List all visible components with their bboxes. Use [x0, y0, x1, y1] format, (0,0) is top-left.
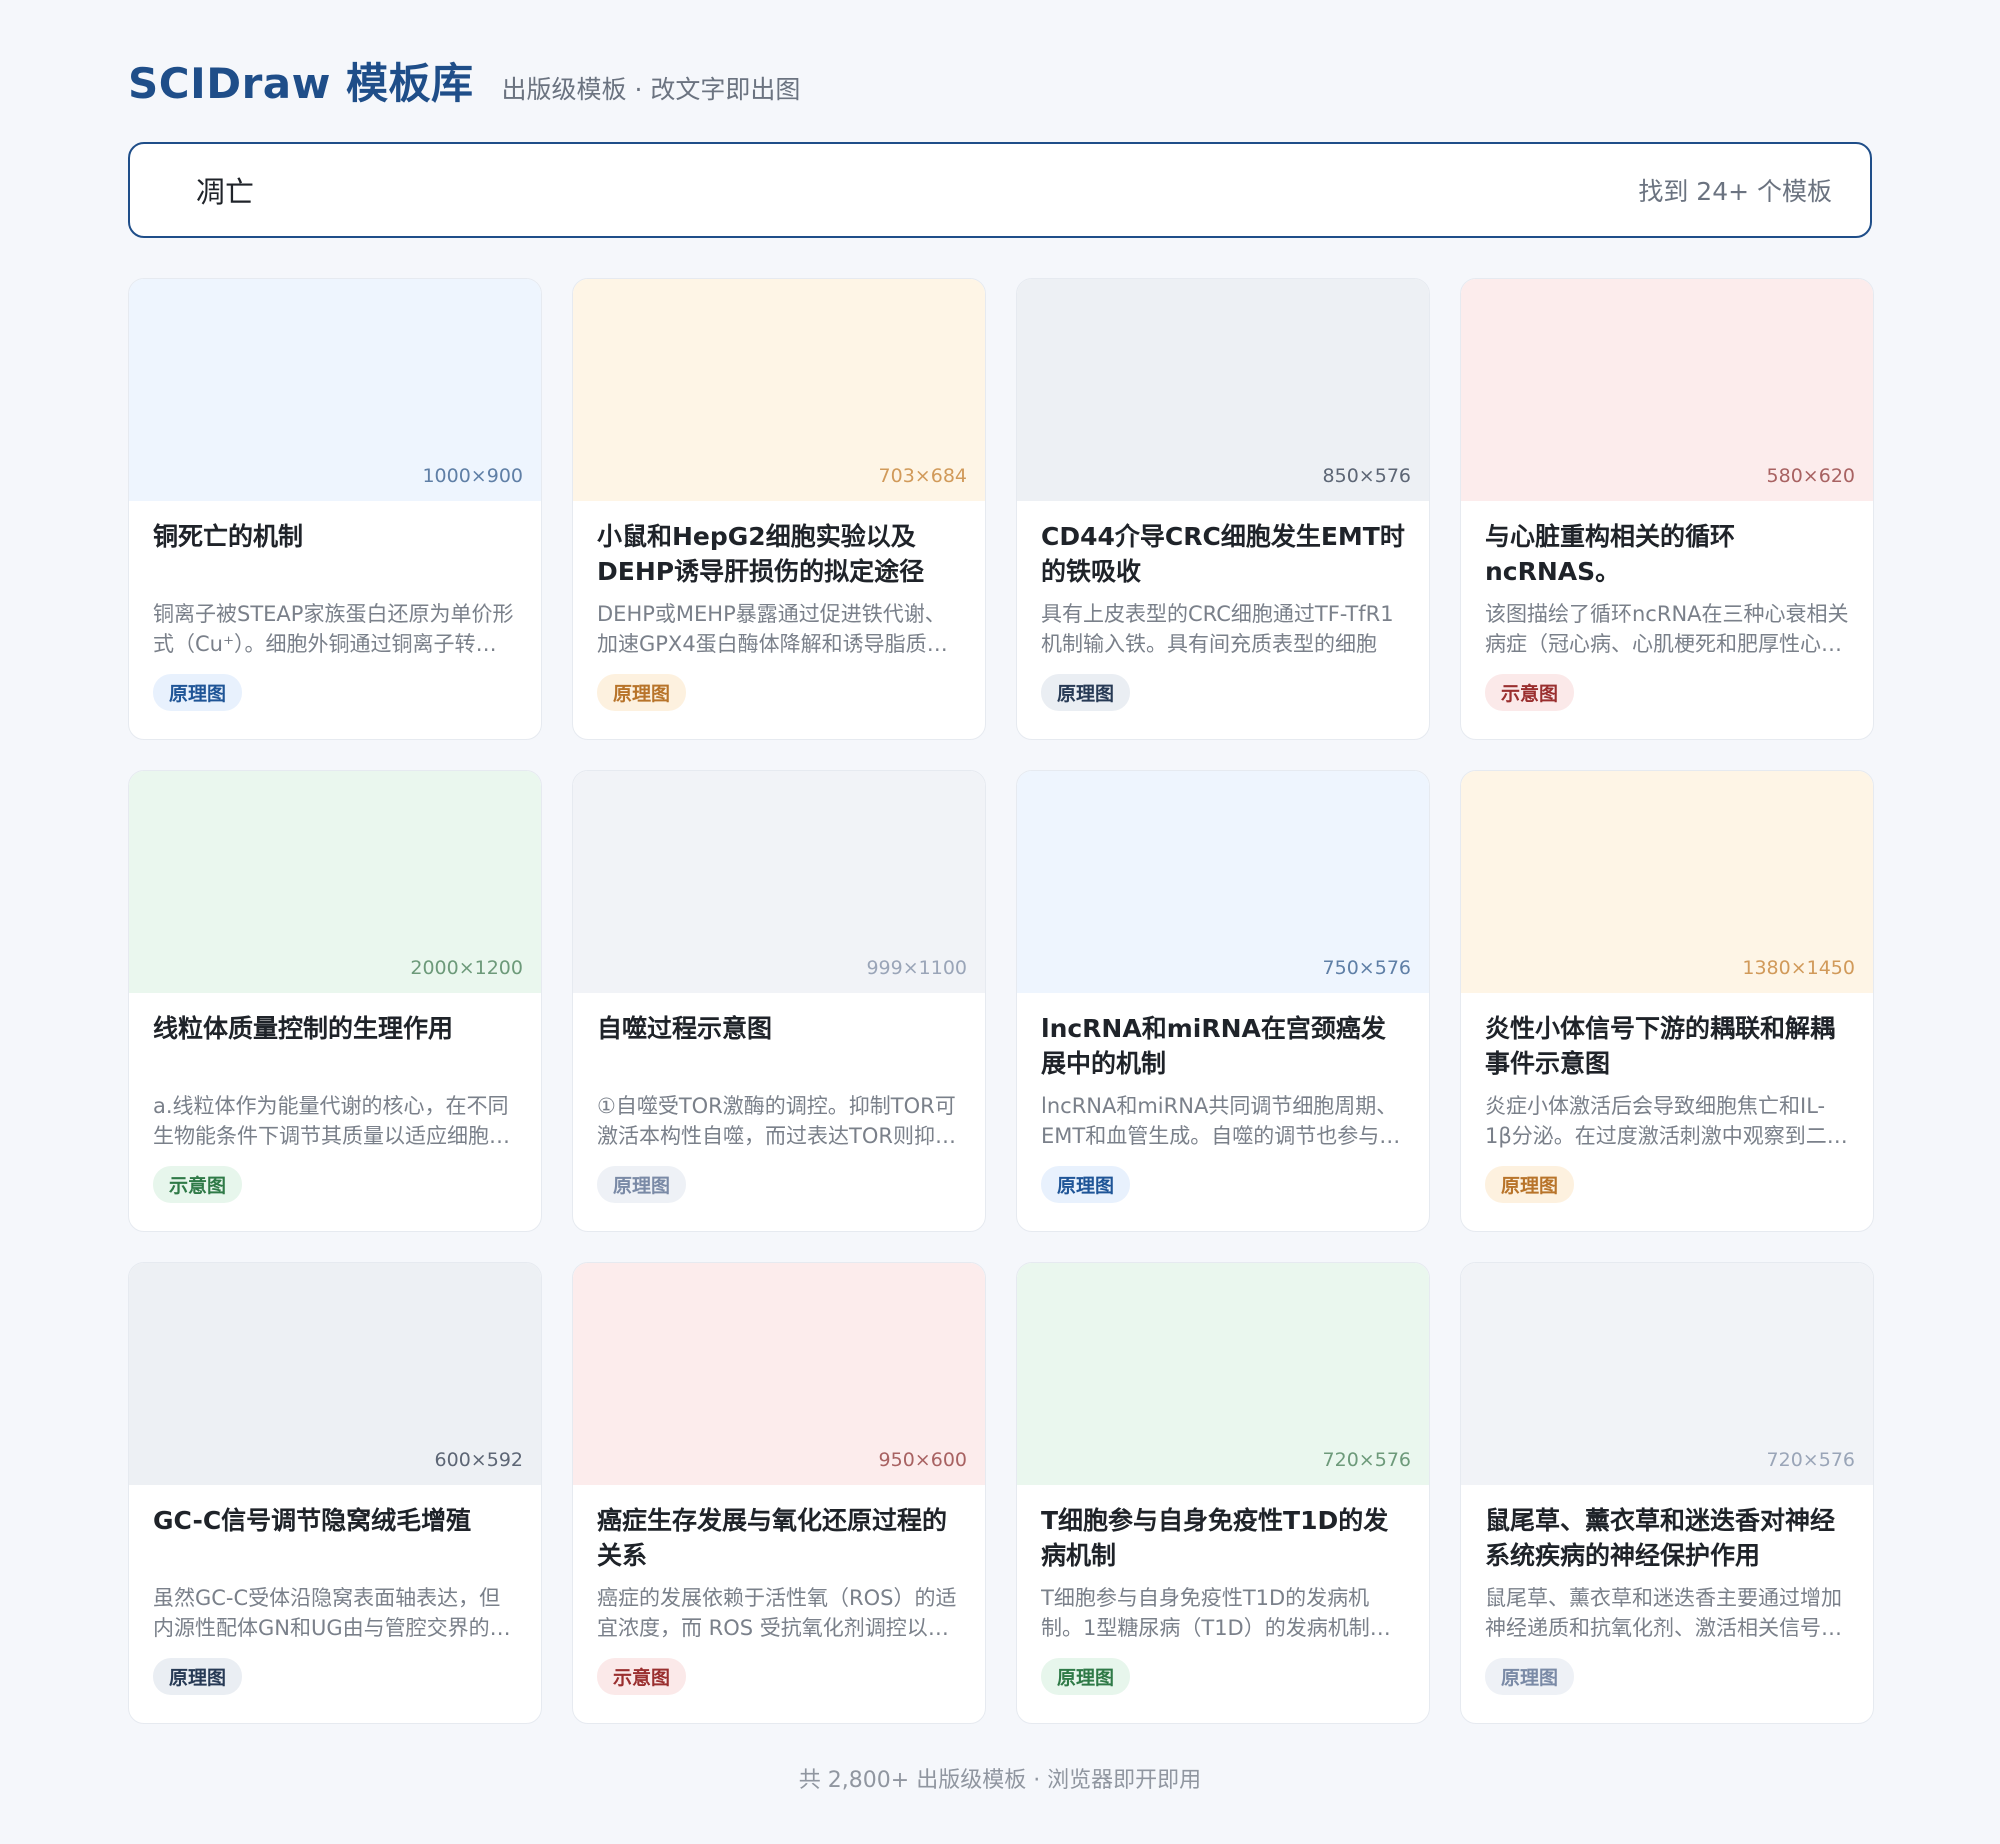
card-title[interactable]: 癌症生存发展与氧化还原过程的关系 — [597, 1503, 961, 1573]
image-dimensions: 720×576 — [1766, 1449, 1855, 1471]
image-dimensions: 750×576 — [1322, 957, 1411, 979]
tagline: 出版级模板 · 改文字即出图 — [501, 75, 801, 104]
card-title[interactable]: 自噬过程示意图 — [597, 1011, 961, 1081]
card-description: lncRNA和miRNA共同调节细胞周期、EMT和血管生成。自噬的调节也参与其中 — [1041, 1094, 1401, 1148]
card-body: 与心脏重构相关的循环ncRNAS。该图描绘了循环ncRNA在三种心衰相关病症（冠… — [1461, 501, 1873, 659]
template-thumbnail[interactable]: 720×576 — [1017, 1263, 1429, 1485]
card-description: 该图描绘了循环ncRNA在三种心衰相关病症（冠心病、心肌梗死和肥厚性心肌病）中的… — [1485, 602, 1849, 656]
card-title[interactable]: GC-C信号调节隐窝绒毛增殖 — [153, 1503, 517, 1573]
image-dimensions: 850×576 — [1322, 465, 1411, 487]
image-dimensions: 580×620 — [1766, 465, 1855, 487]
category-tag: 原理图 — [153, 1658, 243, 1695]
template-card[interactable]: 1380×1450 炎性小体信号下游的耦联和解耦事件示意图炎症小体激活后会导致细胞… — [1460, 770, 1874, 1232]
card-title[interactable]: 线粒体质量控制的生理作用 — [153, 1011, 517, 1081]
template-thumbnail[interactable]: 950×600 — [573, 1263, 985, 1485]
search-input[interactable] — [196, 173, 1396, 207]
template-card[interactable]: 600×592 GC-C信号调节隐窝绒毛增殖虽然GC-C受体沿隐窝表面轴表达，但内… — [128, 1262, 542, 1724]
image-dimensions: 600×592 — [434, 1449, 523, 1471]
image-dimensions: 2000×1200 — [410, 957, 523, 979]
result-count: 找到 24+ 个模板 — [1638, 177, 1832, 206]
template-thumbnail[interactable]: 580×620 — [1461, 279, 1873, 501]
card-description: ①自噬受TOR激酶的调控。抑制TOR可激活本构性自噬，而过表达TOR则抑制自噬 — [597, 1094, 956, 1148]
category-tag: 原理图 — [1485, 1658, 1575, 1695]
template-thumbnail[interactable]: 720×576 — [1461, 1263, 1873, 1485]
card-description: 癌症的发展依赖于活性氧（ROS）的适宜浓度，而 ROS 受抗氧化剂调控以维持平衡 — [597, 1586, 957, 1640]
category-tag: 原理图 — [597, 674, 687, 711]
template-card[interactable]: 2000×1200 线粒体质量控制的生理作用 a.线粒体作为能量代谢的核心，在不同生… — [128, 770, 542, 1232]
image-dimensions: 999×1100 — [866, 957, 967, 979]
template-card[interactable]: 950×600 癌症生存发展与氧化还原过程的关系癌症的发展依赖于活性氧（ROS）的… — [572, 1262, 986, 1724]
card-title[interactable]: T细胞参与自身免疫性T1D的发病机制 — [1041, 1503, 1405, 1573]
category-tag: 示意图 — [1485, 674, 1575, 711]
card-title[interactable]: 铜死亡的机制 — [153, 519, 517, 589]
category-tag: 原理图 — [1041, 1658, 1131, 1695]
card-title[interactable]: lncRNA和miRNA在宫颈癌发展中的机制 — [1041, 1011, 1405, 1081]
template-thumbnail[interactable]: 2000×1200 — [129, 771, 541, 993]
card-description: T细胞参与自身免疫性T1D的发病机制。1型糖尿病（T1D）的发病机制涉及多种免疫… — [1041, 1586, 1391, 1640]
image-dimensions: 703×684 — [878, 465, 967, 487]
card-title[interactable]: 炎性小体信号下游的耦联和解耦事件示意图 — [1485, 1011, 1849, 1081]
image-dimensions: 1380×1450 — [1742, 957, 1855, 979]
footer-note: 共 2,800+ 出版级模板 · 浏览器即开即用 — [798, 1768, 1202, 1793]
card-body: 铜死亡的机制铜离子被STEAP家族蛋白还原为单价形式（Cu⁺）。细胞外铜通过铜离… — [129, 501, 541, 659]
image-dimensions: 1000×900 — [422, 465, 523, 487]
card-body: T细胞参与自身免疫性T1D的发病机制 T细胞参与自身免疫性T1D的发病机制。1型糖… — [1017, 1485, 1429, 1643]
card-title[interactable]: 鼠尾草、薰衣草和迷迭香对神经系统疾病的神经保护作用 — [1485, 1503, 1849, 1573]
brand-title: SCIDraw 模板库 — [128, 59, 474, 108]
template-thumbnail[interactable]: 1000×900 — [129, 279, 541, 501]
card-body: GC-C信号调节隐窝绒毛增殖虽然GC-C受体沿隐窝表面轴表达，但内源性配体GN和… — [129, 1485, 541, 1643]
template-thumbnail[interactable]: 999×1100 — [573, 771, 985, 993]
card-body: lncRNA和miRNA在宫颈癌发展中的机制 lncRNA和miRNA共同调节细胞… — [1017, 993, 1429, 1151]
card-body: 鼠尾草、薰衣草和迷迭香对神经系统疾病的神经保护作用鼠尾草、薰衣草和迷迭香主要通过… — [1461, 1485, 1873, 1643]
template-card[interactable]: 720×576 鼠尾草、薰衣草和迷迭香对神经系统疾病的神经保护作用 鼠尾草、薰衣草和… — [1460, 1262, 1874, 1724]
card-title[interactable]: 与心脏重构相关的循环ncRNAS。 — [1485, 519, 1849, 589]
category-tag: 原理图 — [153, 674, 243, 711]
card-description: 虽然GC-C受体沿隐窝表面轴表达，但内源性配体GN和UG由与管腔交界的细胞分泌 — [153, 1586, 511, 1640]
template-thumbnail[interactable]: 703×684 — [573, 279, 985, 501]
card-description: a.线粒体作为能量代谢的核心，在不同生物能条件下调节其质量以适应细胞需求 — [153, 1094, 510, 1148]
template-card[interactable]: 580×620 与心脏重构相关的循环ncRNAS。该图描绘了循环ncRNA在三种心… — [1460, 278, 1874, 740]
category-tag: 原理图 — [1485, 1166, 1575, 1203]
template-grid: 1000×900 铜死亡的机制铜离子被STEAP家族蛋白还原为单价形式（Cu⁺）。… — [128, 278, 1874, 1724]
image-dimensions: 720×576 — [1322, 1449, 1411, 1471]
template-card[interactable]: 850×576 CD44介导CRC细胞发生EMT时的铁吸收具有上皮表型的CRC细胞… — [1016, 278, 1430, 740]
page-header: SCIDraw 模板库 出版级模板 · 改文字即出图 — [128, 50, 800, 111]
template-card[interactable]: 999×1100 自噬过程示意图 ①自噬受TOR激酶的调控。抑制TOR可激活本构性自… — [572, 770, 986, 1232]
card-body: 小鼠和HepG2细胞实验以及DEHP诱导肝损伤的拟定途径 DEHP或MEHP暴露通… — [573, 501, 985, 659]
template-card[interactable]: 750×576 lncRNA和miRNA在宫颈癌发展中的机制 lncRNA和miRN… — [1016, 770, 1430, 1232]
card-title[interactable]: 小鼠和HepG2细胞实验以及DEHP诱导肝损伤的拟定途径 — [597, 519, 961, 589]
card-description: 具有上皮表型的CRC细胞通过TF-TfR1机制输入铁。具有间充质表型的细胞 — [1041, 602, 1394, 656]
card-description: DEHP或MEHP暴露通过促进铁代谢、加速GPX4蛋白酶体降解和诱导脂质过氧化 — [597, 602, 948, 656]
search-bar[interactable]: 找到 24+ 个模板 — [128, 142, 1872, 238]
card-description: 鼠尾草、薰衣草和迷迭香主要通过增加神经递质和抗氧化剂、激活相关信号通路发挥作用 — [1485, 1586, 1842, 1640]
card-body: 炎性小体信号下游的耦联和解耦事件示意图炎症小体激活后会导致细胞焦亡和IL-1β分… — [1461, 993, 1873, 1151]
template-card[interactable]: 720×576 T细胞参与自身免疫性T1D的发病机制 T细胞参与自身免疫性T1D的发… — [1016, 1262, 1430, 1724]
category-tag: 原理图 — [1041, 674, 1131, 711]
category-tag: 原理图 — [1041, 1166, 1131, 1203]
card-body: CD44介导CRC细胞发生EMT时的铁吸收具有上皮表型的CRC细胞通过TF-Tf… — [1017, 501, 1429, 659]
category-tag: 示意图 — [597, 1658, 687, 1695]
template-thumbnail[interactable]: 600×592 — [129, 1263, 541, 1485]
card-body: 癌症生存发展与氧化还原过程的关系癌症的发展依赖于活性氧（ROS）的适宜浓度，而 … — [573, 1485, 985, 1643]
card-body: 自噬过程示意图 ①自噬受TOR激酶的调控。抑制TOR可激活本构性自噬，而过表达TO… — [573, 993, 985, 1151]
category-tag: 原理图 — [597, 1166, 687, 1203]
category-tag: 示意图 — [153, 1166, 243, 1203]
template-card[interactable]: 1000×900 铜死亡的机制铜离子被STEAP家族蛋白还原为单价形式（Cu⁺）。… — [128, 278, 542, 740]
card-description: 铜离子被STEAP家族蛋白还原为单价形式（Cu⁺）。细胞外铜通过铜离子转运蛋白进… — [153, 602, 514, 656]
template-thumbnail[interactable]: 750×576 — [1017, 771, 1429, 993]
card-description: 炎症小体激活后会导致细胞焦亡和IL-1β分泌。在过度激活刺激中观察到二者解耦 — [1485, 1094, 1848, 1148]
image-dimensions: 950×600 — [878, 1449, 967, 1471]
template-thumbnail[interactable]: 850×576 — [1017, 279, 1429, 501]
template-thumbnail[interactable]: 1380×1450 — [1461, 771, 1873, 993]
template-card[interactable]: 703×684 小鼠和HepG2细胞实验以及DEHP诱导肝损伤的拟定途径 DEHP或… — [572, 278, 986, 740]
card-body: 线粒体质量控制的生理作用 a.线粒体作为能量代谢的核心，在不同生物能条件下调节其质… — [129, 993, 541, 1151]
card-title[interactable]: CD44介导CRC细胞发生EMT时的铁吸收 — [1041, 519, 1405, 589]
